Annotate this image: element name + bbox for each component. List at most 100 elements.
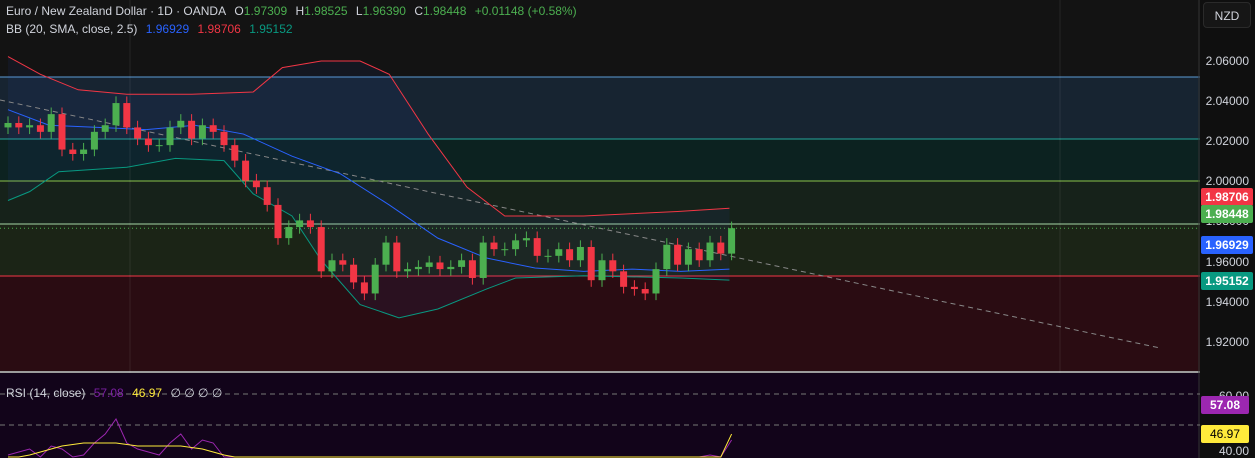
rsi-tick: 40.00 <box>1218 444 1249 458</box>
candle-body <box>274 204 282 239</box>
candle-body <box>26 125 34 128</box>
low-value: L1.96390 <box>355 4 406 18</box>
currency-button[interactable]: NZD <box>1203 2 1251 28</box>
candle-body <box>242 160 250 181</box>
candle-body <box>69 149 77 154</box>
candle-body <box>296 220 304 228</box>
candle-body <box>663 244 671 270</box>
candle-body <box>166 127 174 146</box>
candle-body <box>101 125 109 132</box>
bb-lower-tag: 1.95152 <box>1201 272 1253 290</box>
candle-body <box>652 269 660 294</box>
rsi-ma-tag: 46.97 <box>1201 425 1249 443</box>
candle-body <box>220 131 228 146</box>
candle-body <box>522 238 530 241</box>
candle-body <box>317 227 325 272</box>
candle-body <box>144 138 152 146</box>
candle-body <box>479 242 487 278</box>
rsi-tag: 57.08 <box>1201 396 1249 414</box>
candle-body <box>231 145 239 161</box>
candle-body <box>458 260 466 267</box>
candle-body <box>36 125 44 132</box>
last-price-tag: 1.98448 <box>1201 205 1253 223</box>
candle-body <box>371 264 379 294</box>
candle-body <box>134 127 142 139</box>
candle-body <box>155 145 163 147</box>
candle-body <box>576 246 584 261</box>
candle-body <box>609 260 617 272</box>
price-tick: 1.94000 <box>1205 295 1249 309</box>
change-value: +0.01148 (+0.58%) <box>474 4 577 18</box>
candle-body <box>4 122 12 128</box>
bb-label: BB (20, SMA, close, 2.5) <box>6 22 138 36</box>
bb-upper-tag: 1.98706 <box>1201 188 1253 206</box>
candle-body <box>641 289 649 294</box>
candle-body <box>47 114 55 132</box>
symbol-title: Euro / New Zealand Dollar · 1D · OANDA <box>6 4 227 18</box>
candle-body <box>339 260 347 265</box>
candle-body <box>544 255 552 257</box>
candle-body <box>90 131 98 150</box>
price-tick: 1.92000 <box>1205 335 1249 349</box>
rsi-legend-value: 57.08 <box>93 386 124 400</box>
candle-body <box>674 244 682 265</box>
candle-body <box>555 249 563 256</box>
rsi-legend[interactable]: RSI (14, close) 57.08 46.97 ∅ ∅ ∅ ∅ <box>6 386 227 400</box>
close-value: C1.98448 <box>414 4 467 18</box>
candle-body <box>414 266 422 270</box>
open-value: O1.97309 <box>234 4 288 18</box>
candle-body <box>728 228 736 254</box>
price-tick: 2.06000 <box>1205 54 1249 68</box>
high-value: H1.98525 <box>295 4 348 18</box>
candle-body <box>512 240 520 250</box>
candle-body <box>468 260 476 278</box>
candle-body <box>393 242 401 272</box>
candle-body <box>566 249 574 261</box>
candle-body <box>598 260 606 281</box>
candle-body <box>630 286 638 290</box>
zone-band <box>0 276 1200 371</box>
candle-body <box>360 282 368 294</box>
candle-body <box>209 125 217 132</box>
symbol-legend: Euro / New Zealand Dollar · 1D · OANDA O… <box>6 4 582 18</box>
candle-body <box>15 122 23 128</box>
candle-body <box>587 246 595 281</box>
candle-body <box>717 242 725 254</box>
bb-basis-value: 1.96929 <box>145 22 190 36</box>
candle-body <box>620 271 628 287</box>
candle-body <box>447 266 455 270</box>
bb-basis-tag: 1.96929 <box>1201 236 1253 254</box>
bb-lower-value: 1.95152 <box>249 22 293 36</box>
candle-body <box>252 180 260 188</box>
candle-body <box>501 249 509 251</box>
bb-upper-value: 1.98706 <box>197 22 241 36</box>
price-tick: 1.96000 <box>1205 255 1249 269</box>
candle-body <box>533 238 541 256</box>
rsi-ma-legend-value: 46.97 <box>132 386 163 400</box>
candle-body <box>350 264 358 283</box>
rsi-label: RSI (14, close) <box>6 386 86 400</box>
price-tick: 2.02000 <box>1205 134 1249 148</box>
candle-body <box>706 242 714 261</box>
candle-body <box>382 242 390 265</box>
price-tick: 2.00000 <box>1205 174 1249 188</box>
candle-body <box>112 103 120 126</box>
candle-body <box>80 149 88 154</box>
candle-body <box>285 227 293 239</box>
candle-body <box>123 103 131 128</box>
candle-body <box>490 242 498 250</box>
candle-body <box>328 260 336 272</box>
candle-body <box>198 125 206 139</box>
price-tick: 2.04000 <box>1205 94 1249 108</box>
bb-legend[interactable]: BB (20, SMA, close, 2.5) 1.96929 1.98706… <box>6 22 298 36</box>
rsi-extra-values: ∅ ∅ ∅ ∅ <box>170 386 223 400</box>
candle-body <box>306 220 314 228</box>
candle-body <box>695 249 703 261</box>
candle-body <box>404 269 412 272</box>
candle-body <box>58 114 66 150</box>
candle-body <box>684 249 692 265</box>
candle-body <box>425 262 433 267</box>
candle-body <box>263 187 271 205</box>
candle-body <box>436 262 444 270</box>
candle-body <box>188 120 196 139</box>
